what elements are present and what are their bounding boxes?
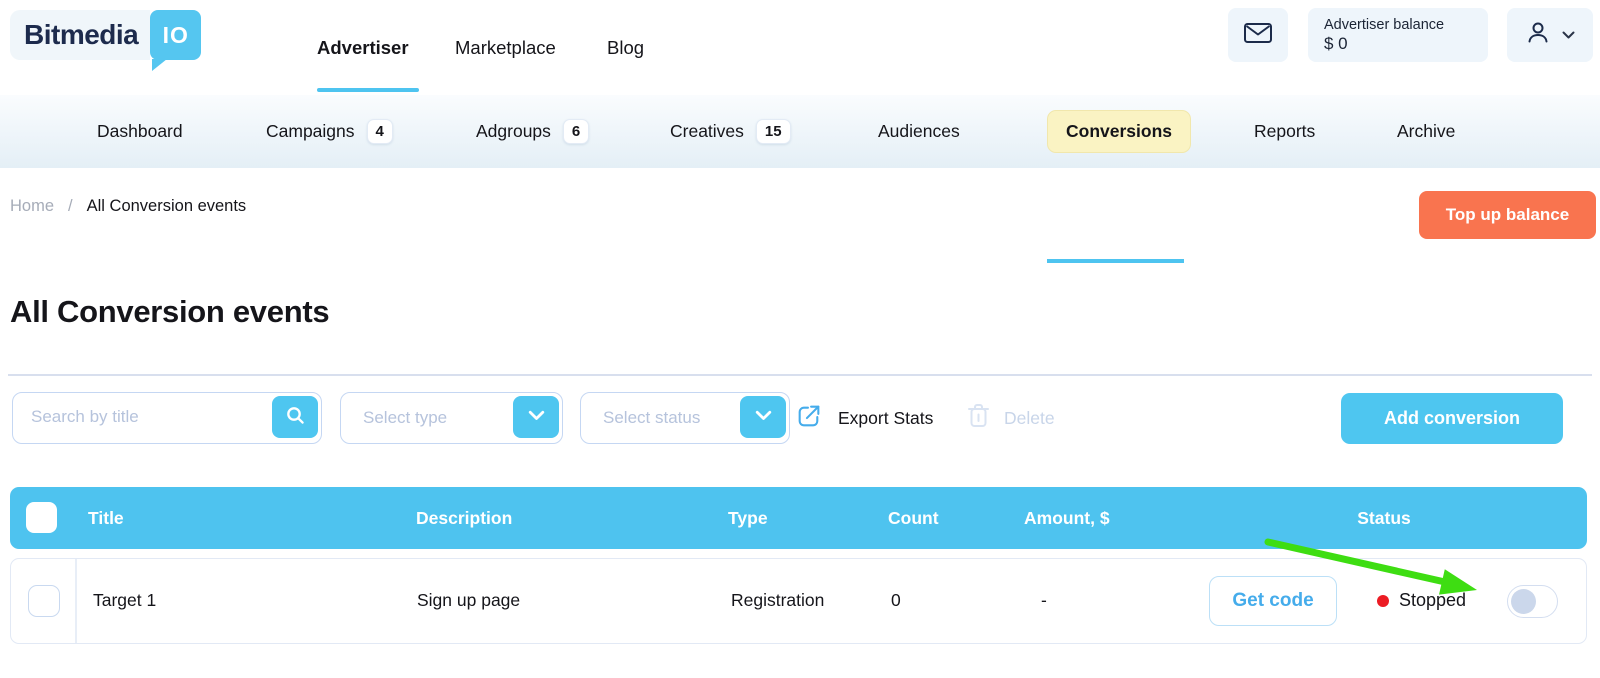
logo-wordmark: Bitmedia (24, 19, 139, 50)
tab-archive[interactable]: Archive (1397, 95, 1455, 168)
type-select[interactable]: Select type (340, 392, 563, 444)
conversions-active-pill: Conversions (1047, 110, 1191, 153)
nav-blog[interactable]: Blog (607, 0, 644, 95)
page-title: All Conversion events (10, 294, 330, 329)
tab-creatives[interactable]: Creatives 15 (670, 95, 791, 168)
column-amount: Amount, $ (1024, 507, 1110, 528)
envelope-icon (1243, 21, 1273, 50)
section-divider (8, 374, 1592, 376)
conversions-active-underline (1047, 259, 1184, 263)
creatives-count-badge: 15 (755, 119, 791, 144)
cell-amount: - (1041, 590, 1047, 610)
tab-dashboard-label: Dashboard (97, 121, 183, 141)
table-row: Target 1 Sign up page Registration 0 - G… (10, 558, 1587, 644)
external-arrow-icon (795, 402, 823, 435)
search-button[interactable] (272, 396, 318, 438)
adgroups-count-badge: 6 (562, 119, 590, 144)
type-select-placeholder: Select type (363, 408, 448, 427)
tab-dashboard[interactable]: Dashboard (97, 95, 183, 168)
section-tab-bar: Dashboard Campaigns 4 Adgroups 6 Creativ… (0, 95, 1600, 263)
breadcrumb: Home / All Conversion events (10, 193, 246, 219)
tab-campaigns-label: Campaigns (266, 121, 355, 141)
status-stopped-dot (1377, 595, 1389, 607)
search-input[interactable] (31, 394, 261, 440)
chevron-down-icon (1562, 26, 1575, 44)
get-code-button[interactable]: Get code (1209, 576, 1337, 626)
chevron-down-icon (528, 408, 545, 426)
toggle-knob (1511, 588, 1536, 614)
breadcrumb-current: All Conversion events (86, 196, 247, 215)
bitmedia-logo[interactable]: Bitmedia IO (10, 10, 202, 71)
chevron-down-icon (755, 408, 772, 426)
user-icon (1525, 20, 1551, 51)
tab-creatives-label: Creatives (670, 121, 744, 141)
breadcrumb-home-link[interactable]: Home (10, 197, 54, 216)
breadcrumb-separator: / (68, 196, 73, 215)
campaigns-count-badge: 4 (366, 119, 393, 144)
status-select-dropdown-button[interactable] (740, 396, 786, 438)
cell-title: Target 1 (93, 590, 157, 610)
delete-button-disabled[interactable]: Delete (966, 392, 1055, 444)
magnifier-icon (285, 405, 306, 429)
tab-reports-label: Reports (1254, 121, 1316, 141)
export-stats-label: Export Stats (838, 407, 934, 428)
column-description: Description (416, 507, 513, 528)
trash-icon (966, 402, 991, 435)
tab-adgroups[interactable]: Adgroups 6 (476, 95, 590, 168)
tab-reports[interactable]: Reports (1254, 95, 1315, 168)
cell-description: Sign up page (417, 590, 521, 610)
cell-count: 0 (891, 590, 901, 610)
status-select[interactable]: Select status (580, 392, 790, 444)
balance-value: $ 0 (1324, 33, 1348, 53)
logo-io-bubble: IO (150, 10, 202, 71)
column-title: Title (88, 507, 124, 528)
column-type: Type (728, 507, 768, 528)
add-conversion-button[interactable]: Add conversion (1341, 393, 1563, 444)
tab-adgroups-label: Adgroups (476, 121, 551, 141)
nav-advertiser[interactable]: Advertiser (317, 0, 409, 95)
tab-audiences-label: Audiences (878, 121, 960, 141)
search-box (12, 392, 322, 444)
table-header: Title Description Type Count Amount, $ S… (10, 487, 1587, 549)
row-checkbox-divider (75, 559, 77, 643)
advertiser-active-underline (317, 88, 419, 92)
nav-marketplace[interactable]: Marketplace (455, 0, 556, 95)
account-menu-button[interactable] (1507, 8, 1593, 62)
status-badge: Stopped (1399, 590, 1467, 610)
tab-conversions-active[interactable]: Conversions (1047, 95, 1191, 168)
export-stats-button[interactable]: Export Stats (795, 392, 933, 444)
row-checkbox[interactable] (28, 585, 60, 617)
logo-io-text: IO (162, 21, 189, 48)
tab-campaigns[interactable]: Campaigns 4 (266, 95, 393, 168)
tab-audiences[interactable]: Audiences (878, 95, 960, 168)
delete-label: Delete (1004, 407, 1055, 428)
column-count: Count (888, 507, 939, 528)
top-up-balance-button[interactable]: Top up balance (1419, 191, 1596, 239)
type-select-dropdown-button[interactable] (513, 396, 559, 438)
advertiser-balance-box: Advertiser balance $ 0 (1308, 8, 1488, 62)
row-status-toggle-off[interactable] (1507, 585, 1558, 618)
logo-background: Bitmedia (10, 10, 151, 60)
cell-type: Registration (731, 590, 825, 610)
select-all-checkbox[interactable] (26, 502, 57, 533)
messages-button[interactable] (1228, 8, 1288, 62)
tab-archive-label: Archive (1397, 121, 1456, 141)
balance-label: Advertiser balance (1324, 16, 1445, 33)
column-status: Status (1357, 507, 1411, 528)
top-header: Bitmedia IO Advertiser Marketplace Blog … (0, 0, 1600, 95)
status-select-placeholder: Select status (603, 408, 701, 427)
